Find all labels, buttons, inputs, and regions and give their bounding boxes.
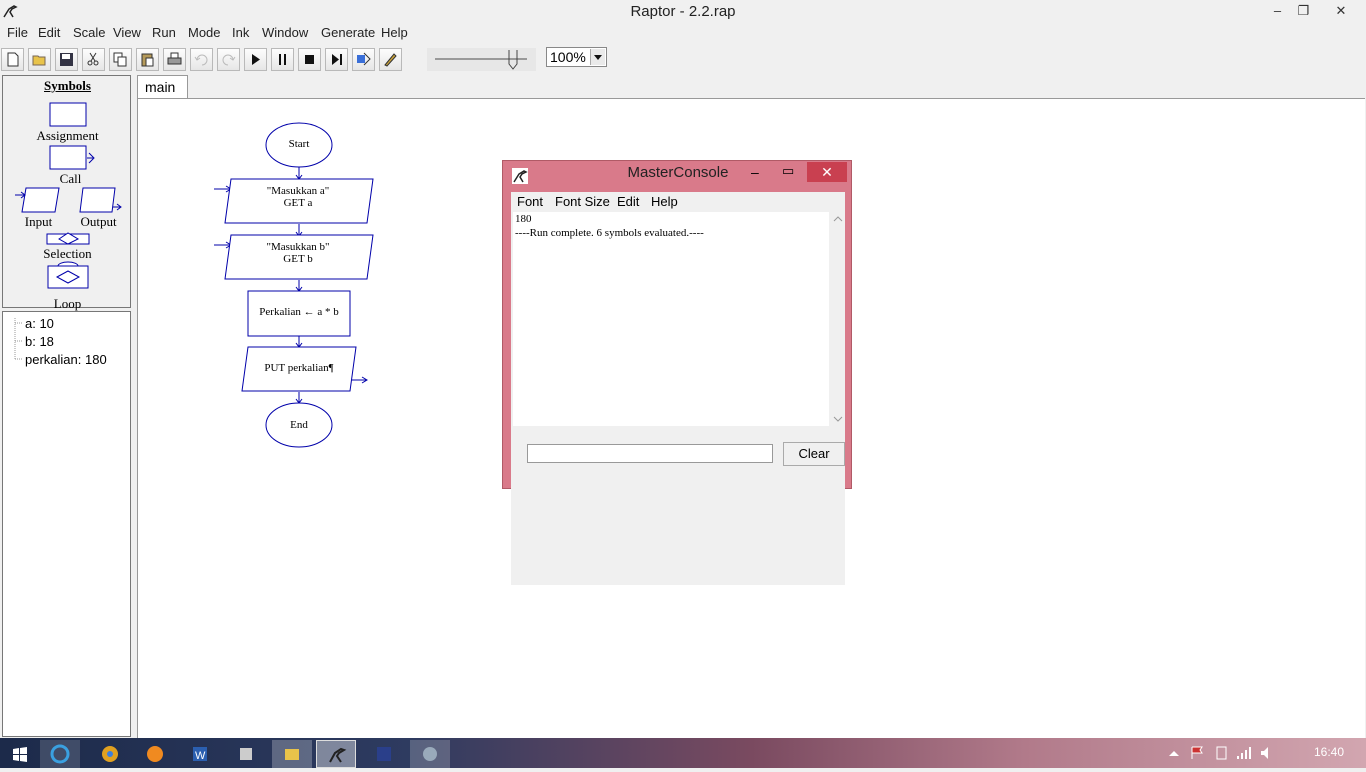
call-label[interactable]: Call bbox=[6, 171, 135, 187]
stop-icon[interactable] bbox=[298, 48, 321, 71]
chevron-up-icon[interactable] bbox=[1166, 746, 1182, 760]
console-output[interactable]: 180 ----Run complete. 6 symbols evaluate… bbox=[513, 212, 829, 426]
pause-icon[interactable] bbox=[271, 48, 294, 71]
variable-item[interactable]: b: 18 bbox=[25, 334, 54, 349]
internet-explorer-icon[interactable] bbox=[40, 740, 80, 768]
end-label[interactable]: End bbox=[266, 419, 332, 431]
tab-main[interactable]: main bbox=[137, 75, 188, 98]
file-explorer-icon[interactable] bbox=[272, 740, 312, 768]
start-label[interactable]: Start bbox=[266, 138, 332, 150]
menu-view[interactable]: View bbox=[113, 25, 141, 40]
menu-window[interactable]: Window bbox=[262, 25, 308, 40]
system-tray: 16:40 bbox=[1136, 738, 1366, 768]
menu-scale[interactable]: Scale bbox=[73, 25, 106, 40]
console-menu-font-size[interactable]: Font Size bbox=[555, 194, 610, 209]
play-icon[interactable] bbox=[244, 48, 267, 71]
call-symbol-icon bbox=[49, 145, 87, 170]
undo-icon[interactable] bbox=[190, 48, 213, 71]
copy-icon[interactable] bbox=[109, 48, 132, 71]
output-text[interactable]: PUT perkalian¶ bbox=[242, 362, 356, 374]
zoom-value: 100% bbox=[550, 49, 586, 65]
zoom-select[interactable]: 100% bbox=[546, 47, 607, 67]
menu-bar: File Edit Scale View Run Mode Ink Window… bbox=[0, 23, 1366, 43]
firefox-icon[interactable] bbox=[135, 740, 175, 768]
save-icon[interactable] bbox=[55, 48, 78, 71]
output-symbol-icon bbox=[79, 187, 116, 213]
console-scrollbar[interactable] bbox=[831, 212, 845, 426]
console-menu-help[interactable]: Help bbox=[651, 194, 678, 209]
paste-icon[interactable] bbox=[136, 48, 159, 71]
console-body: 180 ----Run complete. 6 symbols evaluate… bbox=[511, 212, 845, 585]
media-player-icon[interactable] bbox=[226, 740, 266, 768]
raptor-taskbar-icon[interactable] bbox=[316, 740, 356, 768]
flowchart bbox=[214, 122, 374, 448]
title-bar: Raptor - 2.2.rap – ❐ ✕ bbox=[0, 0, 1366, 23]
paint-icon[interactable] bbox=[410, 740, 450, 768]
console-input[interactable] bbox=[527, 444, 773, 463]
redo-icon[interactable] bbox=[217, 48, 240, 71]
new-file-icon[interactable] bbox=[1, 48, 24, 71]
menu-edit[interactable]: Edit bbox=[38, 25, 60, 40]
volume-icon[interactable] bbox=[1260, 746, 1276, 760]
console-menu-font[interactable]: Font bbox=[517, 194, 543, 209]
selection-label[interactable]: Selection bbox=[3, 246, 132, 262]
toolbar bbox=[0, 45, 1366, 73]
chevron-down-icon[interactable] bbox=[590, 49, 605, 65]
slider-thumb[interactable] bbox=[507, 50, 518, 70]
step-icon[interactable] bbox=[325, 48, 348, 71]
taskbar: W 16:40 bbox=[0, 738, 1366, 768]
test-server-icon[interactable] bbox=[352, 48, 375, 71]
pen-icon[interactable] bbox=[379, 48, 402, 71]
action-center-flag-icon[interactable] bbox=[1190, 746, 1206, 760]
menu-ink[interactable]: Ink bbox=[232, 25, 249, 40]
chrome-icon[interactable] bbox=[90, 740, 130, 768]
minimize-button[interactable]: – bbox=[1265, 0, 1290, 22]
assignment-label[interactable]: Assignment bbox=[3, 128, 132, 144]
print-icon[interactable] bbox=[163, 48, 186, 71]
clear-button[interactable]: Clear bbox=[783, 442, 845, 466]
symbols-palette: Symbols Assignment Call Input Output Sel… bbox=[2, 75, 132, 311]
variable-item[interactable]: a: 10 bbox=[25, 316, 54, 331]
input-b-get[interactable]: GET b bbox=[233, 253, 363, 265]
maximize-button[interactable]: ❐ bbox=[1291, 0, 1316, 22]
console-line: ----Run complete. 6 symbols evaluated.--… bbox=[515, 227, 704, 239]
console-menu-edit[interactable]: Edit bbox=[617, 194, 639, 209]
tab-main-label: main bbox=[145, 79, 176, 95]
assignment-symbol-icon bbox=[49, 102, 87, 127]
symbol-shapes bbox=[15, 102, 122, 289]
console-title: MasterConsole bbox=[627, 164, 729, 181]
svg-text:W: W bbox=[195, 750, 206, 762]
battery-icon[interactable] bbox=[1214, 746, 1230, 760]
input-b-prompt[interactable]: "Masukkan b" bbox=[233, 241, 363, 253]
open-folder-icon[interactable] bbox=[28, 48, 51, 71]
menu-generate[interactable]: Generate bbox=[321, 25, 375, 40]
menu-help[interactable]: Help bbox=[381, 25, 408, 40]
menu-run[interactable]: Run bbox=[152, 25, 176, 40]
windows-start-icon[interactable] bbox=[0, 740, 40, 768]
clock[interactable]: 16:40 bbox=[1314, 745, 1344, 759]
variables-panel: a: 10 b: 18 perkalian: 180 bbox=[2, 311, 131, 737]
cut-icon[interactable] bbox=[82, 48, 105, 71]
master-console-window: MasterConsole – ▭ ✕ Font Font Size Edit … bbox=[502, 160, 852, 585]
assignment-text[interactable]: Perkalian ← a * b bbox=[248, 306, 350, 318]
console-menu-bar: Font Font Size Edit Help bbox=[511, 192, 845, 212]
menu-file[interactable]: File bbox=[7, 25, 28, 40]
speed-slider[interactable] bbox=[427, 48, 536, 71]
console-line: 180 bbox=[515, 213, 532, 225]
input-a-get[interactable]: GET a bbox=[233, 197, 363, 209]
loop-label[interactable]: Loop bbox=[3, 296, 132, 312]
window-title: Raptor - 2.2.rap bbox=[630, 3, 736, 20]
console-maximize-button[interactable]: ▭ bbox=[782, 163, 794, 179]
input-a-prompt[interactable]: "Masukkan a" bbox=[233, 185, 363, 197]
app-icon[interactable] bbox=[364, 740, 404, 768]
input-symbol-icon bbox=[21, 187, 60, 213]
console-close-button[interactable]: ✕ bbox=[807, 162, 847, 182]
word-icon[interactable]: W bbox=[180, 740, 220, 768]
menu-mode[interactable]: Mode bbox=[188, 25, 221, 40]
close-button[interactable]: ✕ bbox=[1318, 0, 1364, 22]
console-minimize-button[interactable]: – bbox=[751, 164, 759, 180]
network-signal-icon[interactable] bbox=[1236, 746, 1252, 760]
variable-item[interactable]: perkalian: 180 bbox=[25, 352, 107, 367]
